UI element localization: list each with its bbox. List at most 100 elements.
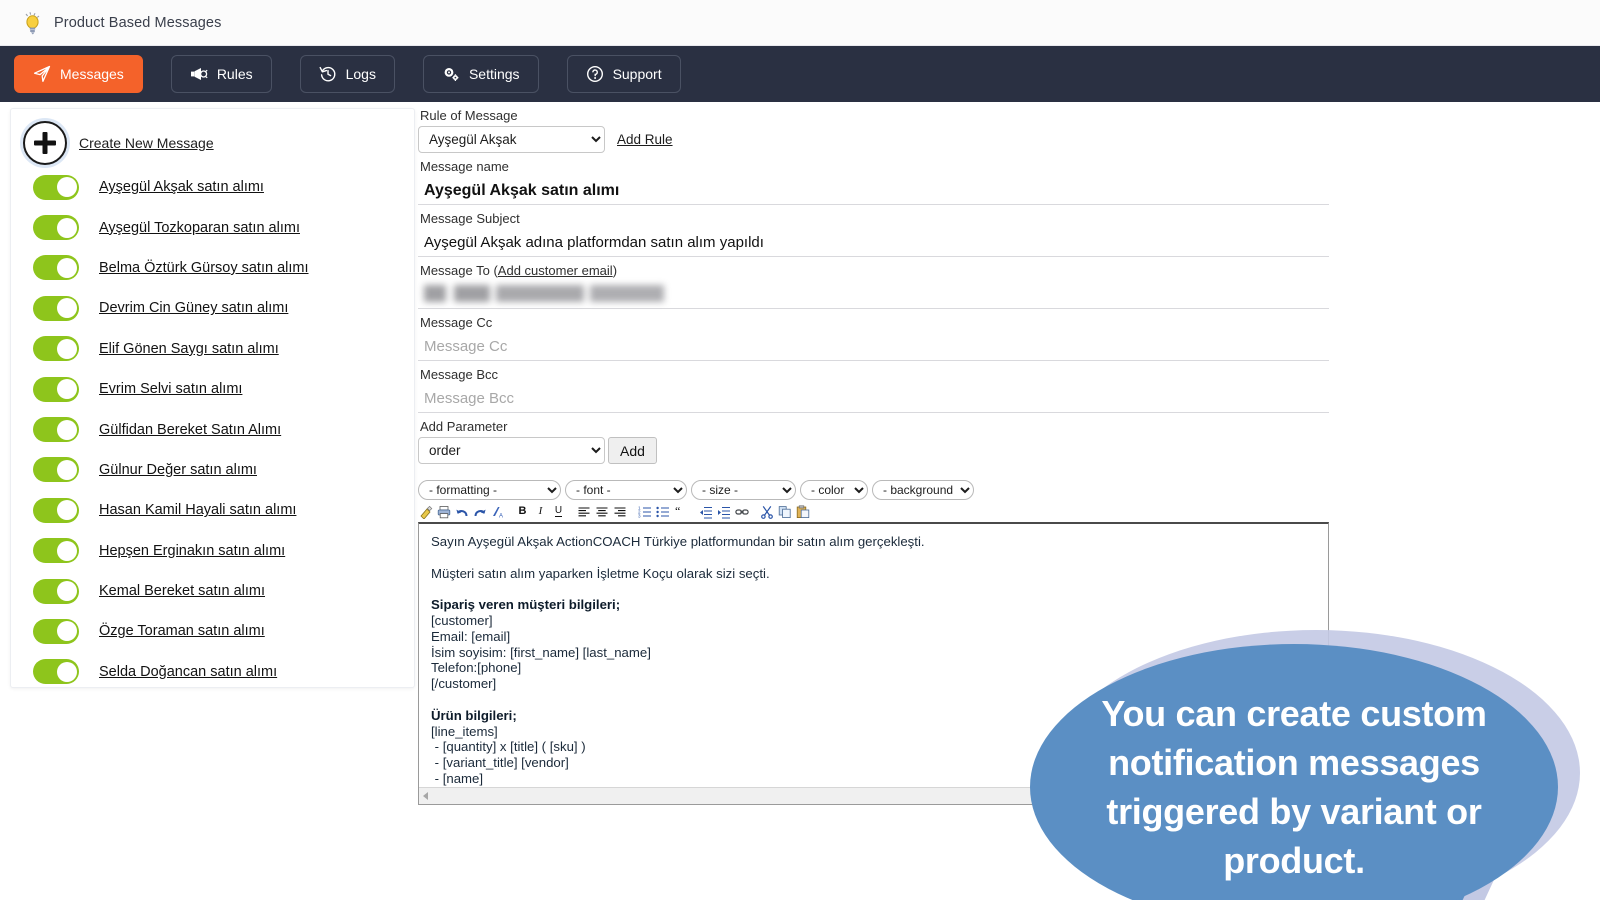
list-item[interactable]: Evrim Selvi satın alımı: [11, 369, 414, 409]
clean-formatting-icon[interactable]: [418, 504, 433, 519]
editor-size-select[interactable]: - size -: [691, 480, 796, 500]
editor-formatting-select[interactable]: - formatting -: [418, 480, 561, 500]
nav-tab-logs[interactable]: Logs: [299, 55, 395, 93]
message-subject-input[interactable]: [418, 229, 1329, 257]
editor-body-line: Telefon:[phone]: [431, 660, 522, 676]
message-link[interactable]: Gülfidan Bereket Satın Alımı: [99, 422, 281, 438]
messages-sidebar: Create New Message Ayşegül Akşak satın a…: [10, 108, 415, 688]
paste-icon[interactable]: [795, 504, 810, 519]
unordered-list-icon[interactable]: [655, 504, 670, 519]
message-name-input[interactable]: [418, 177, 1329, 205]
create-new-message-row[interactable]: Create New Message: [11, 119, 414, 167]
message-cc-input[interactable]: [418, 333, 1329, 361]
nav-tab-settings[interactable]: Settings: [422, 55, 539, 93]
add-parameter-select[interactable]: order: [418, 437, 605, 464]
message-link[interactable]: Hepşen Erginakın satın alımı: [99, 543, 285, 559]
blockquote-icon[interactable]: “: [673, 504, 688, 519]
editor-body-text[interactable]: Sayın Ayşegül Akşak ActionCOACH Türkiye …: [419, 524, 1328, 803]
remove-format-icon[interactable]: A: [490, 504, 505, 519]
plus-circle-icon[interactable]: [23, 121, 67, 165]
list-item[interactable]: Ayşegül Akşak satın alımı: [11, 167, 414, 207]
align-left-icon[interactable]: [576, 504, 591, 519]
indent-icon[interactable]: [716, 504, 731, 519]
add-parameter-button[interactable]: Add: [608, 437, 657, 464]
message-link[interactable]: Ayşegül Akşak satın alımı: [99, 179, 264, 195]
message-toggle[interactable]: [33, 578, 79, 604]
nav-tab-rules[interactable]: Rules: [170, 55, 272, 93]
message-name-label: Message name: [420, 159, 509, 174]
message-toggle[interactable]: [33, 376, 79, 402]
list-item[interactable]: Hepşen Erginakın satın alımı: [11, 531, 414, 571]
nav-tab-support[interactable]: Support: [566, 55, 681, 93]
message-toggle[interactable]: [33, 538, 79, 564]
message-link[interactable]: Evrim Selvi satın alımı: [99, 381, 242, 397]
app-root: Product Based Messages Messages Rules Lo…: [0, 0, 1600, 900]
message-link[interactable]: Elif Gönen Saygı satın alımı: [99, 341, 279, 357]
align-right-icon[interactable]: [612, 504, 627, 519]
editor-color-select[interactable]: - color -: [800, 480, 868, 500]
message-toggle[interactable]: [33, 417, 79, 443]
link-icon[interactable]: [734, 504, 749, 519]
redo-icon[interactable]: [472, 504, 487, 519]
list-item[interactable]: Gülfidan Bereket Satın Alımı: [11, 409, 414, 449]
svg-text:A: A: [499, 513, 503, 519]
align-center-icon[interactable]: [594, 504, 609, 519]
message-to-input[interactable]: [418, 281, 1329, 309]
editor-body-line: İsim soyisim: [first_name] [last_name]: [431, 644, 651, 660]
editor-font-select[interactable]: - font -: [565, 480, 687, 500]
message-bcc-input[interactable]: [418, 385, 1329, 413]
message-link[interactable]: Belma Öztürk Gürsoy satın alımı: [99, 260, 309, 276]
add-parameter-row: order Add: [418, 437, 1333, 464]
bold-icon[interactable]: B: [515, 504, 530, 519]
message-toggle[interactable]: [33, 255, 79, 281]
paper-plane-icon: [33, 65, 51, 83]
list-item[interactable]: Hasan Kamil Hayali satın alımı: [11, 490, 414, 530]
editor-horizontal-scrollbar[interactable]: [419, 787, 1328, 804]
app-titlebar: Product Based Messages: [0, 0, 1600, 46]
page-body: Create New Message Ayşegül Akşak satın a…: [0, 102, 1600, 900]
scroll-left-arrow-icon[interactable]: [423, 792, 428, 800]
editor-background-select[interactable]: - background -: [872, 480, 974, 500]
message-toggle[interactable]: [33, 295, 79, 321]
message-link[interactable]: Devrim Cin Güney satın alımı: [99, 300, 288, 316]
message-link[interactable]: Selda Doğancan satın alımı: [99, 664, 277, 680]
message-toggle[interactable]: [33, 497, 79, 523]
cut-icon[interactable]: [759, 504, 774, 519]
message-link[interactable]: Gülnur Değer satın alımı: [99, 462, 257, 478]
ordered-list-icon[interactable]: 123: [637, 504, 652, 519]
message-link[interactable]: Kemal Bereket satın alımı: [99, 583, 265, 599]
add-customer-email-link[interactable]: Add customer email: [498, 263, 613, 278]
message-toggle[interactable]: [33, 618, 79, 644]
message-toggle[interactable]: [33, 659, 79, 685]
message-link[interactable]: Ayşegül Tozkoparan satın alımı: [99, 220, 300, 236]
callout-tail-shadow: [1442, 853, 1504, 900]
outdent-icon[interactable]: [698, 504, 713, 519]
copy-icon[interactable]: [777, 504, 792, 519]
message-bcc-label: Message Bcc: [420, 367, 499, 382]
list-item[interactable]: Özge Toraman satın alımı: [11, 611, 414, 651]
list-item[interactable]: Gülnur Değer satın alımı: [11, 450, 414, 490]
message-toggle[interactable]: [33, 215, 79, 241]
list-item[interactable]: Selda Doğancan satın alımı: [11, 652, 414, 692]
editor-content-area[interactable]: Sayın Ayşegül Akşak ActionCOACH Türkiye …: [418, 522, 1329, 805]
list-item[interactable]: Devrim Cin Güney satın alımı: [11, 288, 414, 328]
message-link[interactable]: Hasan Kamil Hayali satın alımı: [99, 502, 296, 518]
message-link[interactable]: Özge Toraman satın alımı: [99, 623, 265, 639]
list-item[interactable]: Kemal Bereket satın alımı: [11, 571, 414, 611]
list-item[interactable]: Ayşegül Tozkoparan satın alımı: [11, 207, 414, 247]
italic-icon[interactable]: I: [533, 504, 548, 519]
editor-body-line: Sayın Ayşegül Akşak ActionCOACH Türkiye …: [431, 534, 925, 549]
print-icon[interactable]: [436, 504, 451, 519]
rule-of-message-select[interactable]: Ayşegül Akşak: [418, 126, 605, 153]
message-toggle[interactable]: [33, 336, 79, 362]
nav-tab-messages[interactable]: Messages: [14, 55, 143, 93]
underline-icon[interactable]: U: [551, 504, 566, 519]
message-toggle[interactable]: [33, 457, 79, 483]
message-toggle[interactable]: [33, 174, 79, 200]
rule-of-message-row: Ayşegül Akşak Add Rule: [418, 126, 1333, 153]
create-new-message-label[interactable]: Create New Message: [79, 135, 214, 151]
list-item[interactable]: Belma Öztürk Gürsoy satın alımı: [11, 248, 414, 288]
list-item[interactable]: Elif Gönen Saygı satın alımı: [11, 329, 414, 369]
add-rule-link[interactable]: Add Rule: [617, 132, 673, 147]
undo-icon[interactable]: [454, 504, 469, 519]
